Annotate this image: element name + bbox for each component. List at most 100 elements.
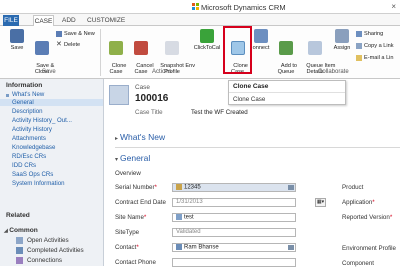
contact-phone-label: Contact Phone (115, 259, 156, 266)
sidebar-item-rd-esc-crs[interactable]: RD/Esc CRs (12, 153, 46, 160)
assign-button[interactable]: Assign (332, 29, 352, 51)
application-label: Application* (342, 199, 375, 206)
contact-field[interactable]: Ram Bhanse (172, 243, 296, 252)
close-window-icon[interactable]: × (391, 2, 396, 11)
site-type-label: SiteType (115, 229, 140, 236)
sidebar-item-system-information[interactable]: System Information (12, 180, 65, 187)
contract-end-date-field[interactable]: 1/31/2013 (172, 198, 296, 207)
save-new-label: Save & New (64, 31, 95, 37)
ribbon-separator (100, 29, 101, 76)
tab-case[interactable]: CASE (33, 15, 54, 26)
chevron-right-icon: ▸ (115, 136, 119, 142)
delete-button[interactable]: ✕ Delete (56, 41, 80, 49)
assign-label: Assign (333, 45, 351, 51)
sharing-label: Sharing (364, 31, 384, 37)
sharing-button[interactable]: Sharing (356, 30, 383, 38)
email-link-label: E-mail a Lin (364, 55, 394, 61)
cancel-case-icon (134, 41, 148, 55)
tab-file[interactable]: FILE (3, 15, 19, 26)
sidebar-related-heading: Related (6, 212, 30, 219)
open-activities-label: Open Activities (27, 237, 69, 245)
assign-icon (335, 29, 349, 43)
lookup-button-icon[interactable] (288, 185, 294, 190)
contact-label: Contact* (115, 244, 139, 251)
clone-case-button-1[interactable]: Clone Case (105, 29, 127, 81)
sidebar-item-description[interactable]: Description (12, 108, 42, 115)
site-name-value: test (184, 214, 194, 221)
case-title-value[interactable]: Test the WF Created (191, 109, 248, 116)
calendar-icon[interactable]: ▦▾ (315, 198, 326, 207)
serial-number-field[interactable]: 12345 (172, 183, 296, 192)
sidebar-item-completed-activities[interactable]: Completed Activities (16, 247, 84, 254)
contact-value: Ram Bhanse (184, 244, 219, 251)
sidebar-item-attachments[interactable]: Attachments (12, 135, 46, 142)
site-name-label: Site Name* (115, 214, 147, 221)
site-icon (176, 214, 182, 220)
add-to-queue-button[interactable]: Add to Queue (274, 29, 298, 81)
case-number: 100016 (135, 93, 169, 104)
save-icon (10, 29, 24, 43)
reported-version-label: Reported Version* (342, 214, 393, 221)
connect-label: onnect (252, 45, 270, 51)
clone-case-icon (109, 41, 123, 55)
serial-number-value: 12345 (184, 184, 201, 191)
clone-case-highlight (223, 26, 252, 74)
sidebar-item-knowledgebase[interactable]: Knowledgebase (12, 144, 55, 151)
completed-activities-label: Completed Activities (27, 247, 84, 255)
sidebar-item-open-activities[interactable]: Open Activities (16, 237, 69, 244)
delete-icon: ✕ (56, 40, 62, 48)
sidebar-item-activity-history[interactable]: Activity History (12, 126, 52, 133)
tooltip-title: Clone Case (233, 83, 269, 90)
connect-button[interactable]: onnect (252, 29, 270, 51)
queue-item-icon (308, 41, 322, 55)
email-link-button[interactable]: E-mail a Lin (356, 54, 394, 62)
phone-icon (200, 29, 214, 43)
tab-add[interactable]: ADD (62, 15, 76, 26)
email-link-icon (356, 54, 362, 61)
tab-customize[interactable]: CUSTOMIZE (87, 15, 125, 26)
case-entity-icon (109, 85, 129, 105)
save-button[interactable]: Save (6, 29, 28, 51)
product-label: Product (342, 184, 364, 191)
whats-new-section-header[interactable]: ▸ What's New (115, 132, 165, 142)
whats-new-section-label: What's New (120, 132, 166, 142)
sidebar-item-general[interactable]: General (0, 99, 103, 106)
snapshot-icon (165, 41, 179, 55)
sidebar-common-label: Common (9, 227, 38, 234)
site-name-field[interactable]: test (172, 213, 296, 222)
copy-link-button[interactable]: Copy a Link (356, 42, 394, 50)
group-actions-label: Actions (152, 69, 172, 75)
cancel-case-button[interactable]: Cancel Case (130, 29, 154, 81)
cancel-case-label: Cancel Case (134, 63, 154, 75)
sharing-icon (356, 30, 362, 37)
sidebar-item-whats-new[interactable]: What's New (12, 91, 44, 98)
app-title: Microsoft Dynamics CRM (201, 3, 286, 12)
sidebar-item-connections[interactable]: Connections (16, 257, 62, 264)
chevron-down-icon: ▾ (115, 157, 119, 163)
sidebar-common-heading[interactable]: ◢ Common (4, 227, 38, 234)
group-save-label: Save (42, 69, 56, 75)
delete-label: Delete (64, 42, 81, 48)
sidebar-item-activity-history-out[interactable]: Activity History_ Out... (12, 117, 72, 124)
serial-lookup-icon (176, 184, 182, 190)
connect-icon (254, 29, 268, 43)
sidebar-item-saas-ops-crs[interactable]: SaaS Ops CRs (12, 171, 53, 178)
completed-activities-icon (16, 247, 23, 254)
save-new-button[interactable]: Save & New (56, 30, 95, 38)
section-divider (115, 147, 400, 148)
contact-lookup-icon[interactable] (288, 245, 294, 250)
general-section-header[interactable]: ▾ General (115, 153, 150, 163)
tooltip-divider (229, 92, 345, 93)
sidebar: Information What's New General Descripti… (0, 79, 104, 266)
dynamics-logo-icon (192, 3, 199, 10)
overview-label: Overview (115, 170, 141, 177)
copy-link-icon (356, 42, 362, 49)
sidebar-item-idd-crs[interactable]: IDD CRs (12, 162, 36, 169)
site-type-field[interactable]: Validated (172, 228, 296, 237)
click-to-call-button[interactable]: ClickToCal (193, 29, 221, 51)
group-collaborate-label: Collaborate (318, 69, 349, 75)
add-to-queue-icon (279, 41, 293, 55)
general-section-label: General (120, 153, 151, 163)
tooltip-description: Clone Case (233, 96, 266, 103)
contract-end-date-label: Contract End Date (115, 199, 166, 206)
